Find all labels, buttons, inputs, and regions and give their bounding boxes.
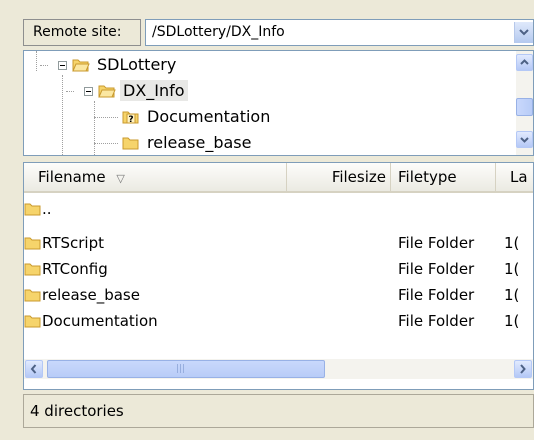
folder-icon <box>122 137 139 149</box>
tree-expander-sdlottery[interactable] <box>58 61 67 70</box>
file-name: RTScript <box>42 234 104 252</box>
column-header-filesize[interactable]: Filesize <box>287 163 391 191</box>
file-name: Documentation <box>42 312 158 330</box>
folder-icon <box>24 237 41 249</box>
status-text: 4 directories <box>30 402 124 420</box>
scroll-up-button[interactable] <box>516 54 533 71</box>
tree-item-dx-info[interactable]: DX_Info <box>98 78 188 104</box>
chevron-left-icon <box>30 364 37 374</box>
file-list-scroll-thumb[interactable]: ||| <box>47 360 325 378</box>
remote-directory-tree[interactable]: SDLottery DX_Info ? Documentation release… <box>23 50 534 156</box>
folder-open-icon <box>98 85 116 97</box>
file-type: File Folder <box>398 234 475 252</box>
list-item[interactable]: release_base File Folder 1( <box>24 284 533 307</box>
scroll-right-button[interactable] <box>514 360 532 378</box>
file-name: release_base <box>42 286 140 304</box>
scroll-down-button[interactable] <box>516 131 533 148</box>
remote-file-list[interactable]: Filename ▽ Filesize Filetype La .. RTScr… <box>23 162 534 390</box>
column-header-filename[interactable]: Filename ▽ <box>24 163 287 191</box>
chevron-down-icon <box>519 29 529 36</box>
file-last-modified: 1( <box>504 234 520 252</box>
file-last-modified: 1( <box>504 260 520 278</box>
list-item[interactable]: .. <box>24 198 533 221</box>
svg-text:?: ? <box>128 115 133 124</box>
chevron-up-icon <box>520 59 529 65</box>
chevron-down-icon <box>520 137 529 143</box>
tree-item-label: Documentation <box>147 107 271 126</box>
file-type: File Folder <box>398 260 475 278</box>
sort-descending-icon: ▽ <box>116 172 125 185</box>
tree-scroll-thumb[interactable] <box>516 98 533 116</box>
folder-icon <box>24 289 41 301</box>
file-list-header: Filename ▽ Filesize Filetype La <box>24 163 533 193</box>
file-name: .. <box>42 200 52 218</box>
folder-icon <box>24 315 41 327</box>
status-bar: 4 directories <box>23 394 534 428</box>
column-header-filetype[interactable]: Filetype <box>391 163 496 191</box>
file-list-horizontal-scrollbar[interactable]: ||| <box>24 359 533 379</box>
tree-item-sdlottery[interactable]: SDLottery <box>72 52 179 78</box>
tree-vertical-scrollbar[interactable] <box>516 51 533 155</box>
remote-site-dropdown-button[interactable] <box>514 22 533 43</box>
remote-site-bar: Remote site: /SDLottery/DX_Info <box>23 19 534 46</box>
column-header-last-modified[interactable]: La <box>496 163 533 191</box>
folder-icon <box>24 263 41 275</box>
scroll-left-button[interactable] <box>25 360 43 378</box>
remote-site-input[interactable]: /SDLottery/DX_Info <box>145 19 534 46</box>
folder-icon <box>24 203 41 215</box>
file-name: RTConfig <box>42 260 108 278</box>
remote-site-path: /SDLottery/DX_Info <box>152 24 285 40</box>
list-item[interactable]: RTConfig File Folder 1( <box>24 258 533 281</box>
folder-open-icon <box>72 59 90 71</box>
list-item[interactable]: RTScript File Folder 1( <box>24 232 533 255</box>
tree-item-release-base[interactable]: release_base <box>122 130 254 155</box>
tree-item-label: DX_Info <box>120 80 188 101</box>
chevron-right-icon <box>520 364 526 374</box>
tree-item-label: release_base <box>147 133 252 152</box>
folder-unknown-icon: ? <box>122 111 139 124</box>
file-type: File Folder <box>398 312 475 330</box>
tree-item-documentation[interactable]: ? Documentation <box>122 104 273 130</box>
file-last-modified: 1( <box>504 286 520 304</box>
tree-item-label: SDLottery <box>97 55 177 74</box>
remote-site-label: Remote site: <box>23 19 141 46</box>
list-item[interactable]: Documentation File Folder 1( <box>24 310 533 333</box>
scroll-grip: ||| <box>176 364 186 374</box>
file-type: File Folder <box>398 286 475 304</box>
tree-expander-dx-info[interactable] <box>84 87 93 96</box>
file-last-modified: 1( <box>504 312 520 330</box>
